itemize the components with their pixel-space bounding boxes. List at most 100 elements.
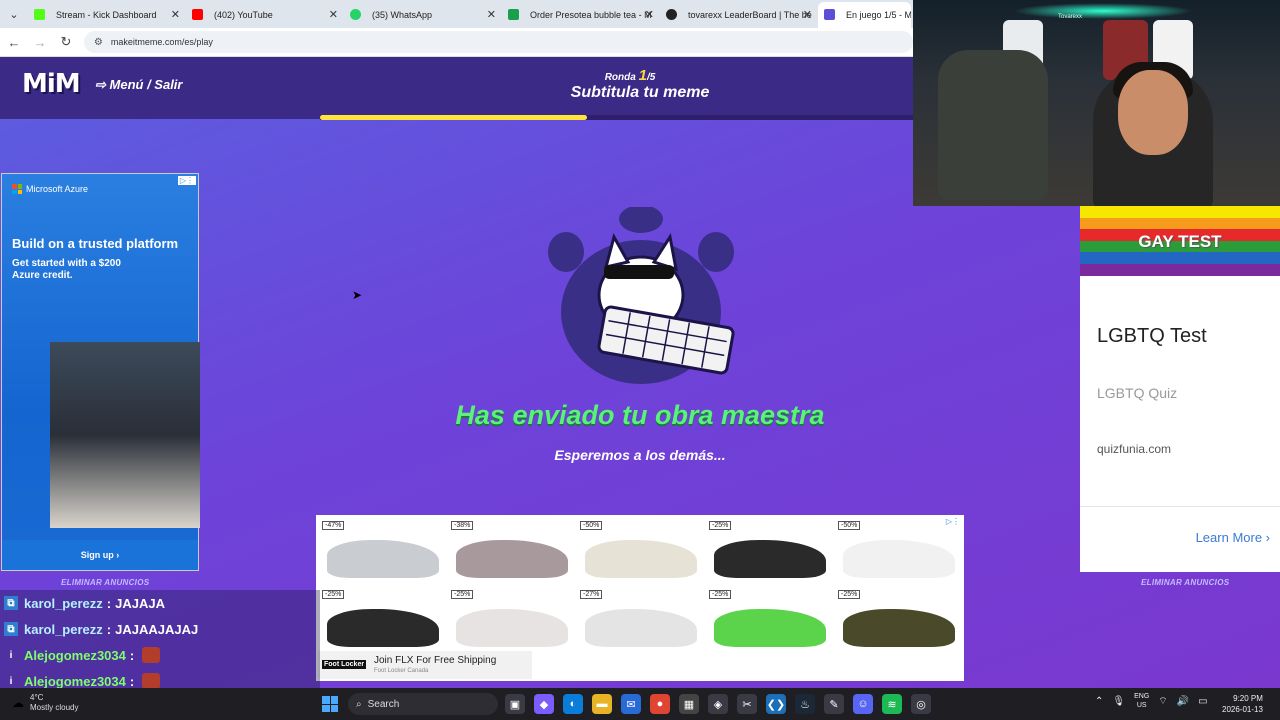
overlay-tag: Tovarexx bbox=[1058, 14, 1083, 20]
emote-icon bbox=[142, 673, 161, 689]
taskbar-search[interactable]: ⌕ Search bbox=[348, 693, 498, 715]
mim-logo[interactable]: MiM bbox=[22, 69, 81, 99]
round-progress-fill bbox=[320, 115, 587, 120]
remove-ads-left-link[interactable]: ELIMINAR ANUNCIOS bbox=[61, 578, 149, 587]
kick-badge-icon: ⧉ bbox=[4, 596, 18, 610]
shoe-product[interactable]: -25% bbox=[319, 587, 447, 653]
steam-icon[interactable]: ♨ bbox=[795, 694, 815, 714]
discount-badge: -25% bbox=[709, 590, 732, 599]
discount-badge: -25% bbox=[838, 590, 861, 599]
vpn-icon[interactable]: ◈ bbox=[708, 694, 728, 714]
tab-youtube[interactable]: (402) YouTube ✕ bbox=[186, 2, 344, 28]
shoe-product[interactable]: -25% bbox=[706, 587, 834, 653]
game-header: MiM ⇨ Menú / Salir Ronda 1/5 Subtitula t… bbox=[0, 57, 913, 120]
weather-widget[interactable]: ☁ 4°C Mostly cloudy bbox=[12, 693, 78, 713]
ad-subtitle: Foot Locker Canada bbox=[374, 668, 429, 674]
file-explorer-icon[interactable]: ▬ bbox=[592, 694, 612, 714]
tab-title: (35) WhatsApp bbox=[372, 10, 433, 20]
back-icon[interactable]: ← bbox=[2, 35, 26, 50]
round-current: 1 bbox=[638, 67, 647, 84]
close-icon[interactable]: ✕ bbox=[329, 8, 338, 21]
chat-username[interactable]: karol_perezz bbox=[24, 596, 103, 611]
chat-username[interactable]: Alejogomez3034 bbox=[24, 648, 126, 663]
chat-separator: : bbox=[106, 621, 112, 637]
tab-leaderboard[interactable]: tovarexx LeaderBoard | The be ✕ bbox=[660, 2, 818, 28]
round-label: Ronda bbox=[604, 72, 636, 83]
chat-username[interactable]: karol_perezz bbox=[24, 622, 103, 637]
webcam-overlay: Tovarexx bbox=[913, 0, 1280, 206]
adchoices-icon[interactable]: ▷⋮ bbox=[177, 176, 196, 185]
neon-light bbox=[1013, 3, 1193, 19]
ad-signup-button[interactable]: Sign up › bbox=[2, 540, 198, 570]
tab-presotea[interactable]: Order Presotea bubble tea - M ✕ bbox=[502, 2, 660, 28]
spotify-icon[interactable]: ≋ bbox=[882, 694, 902, 714]
chat-separator: : bbox=[129, 673, 135, 689]
footlocker-ad[interactable]: -47% -38% -50% -25% -50% -25% -25% -27% -25% -25%… bbox=[316, 515, 964, 681]
shoe-product[interactable]: -25% bbox=[448, 587, 576, 653]
close-icon[interactable]: ✕ bbox=[171, 8, 180, 21]
shoe-product[interactable]: -50% bbox=[835, 518, 963, 584]
chrome-icon[interactable]: ● bbox=[650, 694, 670, 714]
shoe-image bbox=[714, 540, 826, 578]
system-tray: ⌃ 🎙 ENG US ⌔ 🔊 ▭ bbox=[1095, 692, 1208, 710]
taskbar-apps: ▣ ◆ ◐ ▬ ✉ ● ▦ ◈ ✂ ❮❯ ♨ ✎ ☺ ≋ ◎ bbox=[505, 694, 931, 714]
microsoft-logo-icon bbox=[12, 184, 22, 194]
site-settings-icon[interactable]: ⚙ bbox=[94, 37, 103, 48]
chat-username[interactable]: Alejogomez3034 bbox=[24, 674, 126, 689]
forward-icon[interactable]: → bbox=[28, 35, 52, 50]
makeitmeme-icon bbox=[824, 9, 835, 20]
tab-search-chevron-icon[interactable]: ⌄ bbox=[0, 0, 28, 28]
tab-makeitmeme[interactable]: En juego 1/5 - Make bbox=[818, 2, 911, 28]
reload-icon[interactable]: ↻ bbox=[54, 34, 78, 50]
shoe-product[interactable]: -25% bbox=[835, 587, 963, 653]
ad-brand-label: Microsoft Azure bbox=[26, 184, 89, 194]
tab-title: (402) YouTube bbox=[214, 10, 273, 20]
ad-title: Join FLX For Free Shipping bbox=[374, 655, 497, 666]
shoe-product[interactable]: -47% bbox=[319, 518, 447, 584]
learn-more-link[interactable]: Learn More › bbox=[1196, 530, 1270, 545]
discord-icon[interactable]: ☺ bbox=[853, 694, 873, 714]
round-total: /5 bbox=[646, 72, 656, 83]
wifi-icon[interactable]: ⌔ bbox=[1158, 695, 1167, 708]
shoe-image bbox=[843, 540, 955, 578]
tab-whatsapp[interactable]: (35) WhatsApp ✕ bbox=[344, 2, 502, 28]
windows-start-icon[interactable] bbox=[322, 696, 338, 712]
close-icon[interactable]: ✕ bbox=[803, 8, 812, 21]
taskbar-clock[interactable]: 9:20 PM 2026-01-13 bbox=[1222, 693, 1263, 715]
close-icon[interactable]: ✕ bbox=[487, 8, 496, 21]
kick-icon bbox=[34, 9, 45, 20]
vscode-icon[interactable]: ❮❯ bbox=[766, 694, 786, 714]
menu-exit-label: Menú / Salir bbox=[109, 77, 183, 92]
editor-icon[interactable]: ✎ bbox=[824, 694, 844, 714]
shoe-product[interactable]: -27% bbox=[577, 587, 705, 653]
shoe-product[interactable]: -50% bbox=[577, 518, 705, 584]
task-view-icon[interactable]: ▣ bbox=[505, 694, 525, 714]
adchoices-icon[interactable]: ▷⋮ bbox=[943, 517, 962, 526]
tab-title: Order Presotea bubble tea - M bbox=[530, 10, 652, 20]
tab-kick-dashboard[interactable]: Stream - Kick Dashboard ✕ bbox=[28, 2, 186, 28]
shoe-product[interactable]: -38% bbox=[448, 518, 576, 584]
address-bar[interactable]: ⚙ makeitmeme.com/es/play bbox=[83, 31, 913, 53]
chevron-up-icon[interactable]: ⌃ bbox=[1095, 696, 1103, 707]
mic-icon[interactable]: 🎙 bbox=[1112, 696, 1125, 707]
tab-title: En juego 1/5 - Make bbox=[846, 10, 911, 20]
store-icon[interactable]: ▦ bbox=[679, 694, 699, 714]
edge-icon[interactable]: ◐ bbox=[563, 694, 583, 714]
outlook-icon[interactable]: ✉ bbox=[621, 694, 641, 714]
tools-icon[interactable]: ✂ bbox=[737, 694, 757, 714]
shoe-image bbox=[456, 609, 568, 647]
menu-exit-link[interactable]: ⇨ Menú / Salir bbox=[95, 77, 182, 93]
language-indicator[interactable]: ENG US bbox=[1134, 692, 1149, 710]
battery-icon[interactable]: ▭ bbox=[1198, 696, 1207, 707]
copilot-icon[interactable]: ◆ bbox=[534, 694, 554, 714]
volume-icon[interactable]: 🔊 bbox=[1177, 696, 1189, 707]
remove-ads-right-link[interactable]: ELIMINAR ANUNCIOS bbox=[1141, 578, 1229, 587]
shoe-image bbox=[585, 540, 697, 578]
close-icon[interactable]: ✕ bbox=[645, 8, 654, 21]
lgbtq-quiz-ad[interactable]: GAY TEST LGBTQ Test LGBTQ Quiz quizfunia… bbox=[1080, 206, 1280, 572]
shoe-image bbox=[456, 540, 568, 578]
shoe-product[interactable]: -25% bbox=[706, 518, 834, 584]
obs-icon[interactable]: ◎ bbox=[911, 694, 931, 714]
azure-ad[interactable]: ▷⋮ Microsoft Azure Build on a trusted pl… bbox=[1, 173, 200, 571]
footlocker-caption: Foot Locker Join FLX For Free Shipping F… bbox=[318, 651, 532, 679]
